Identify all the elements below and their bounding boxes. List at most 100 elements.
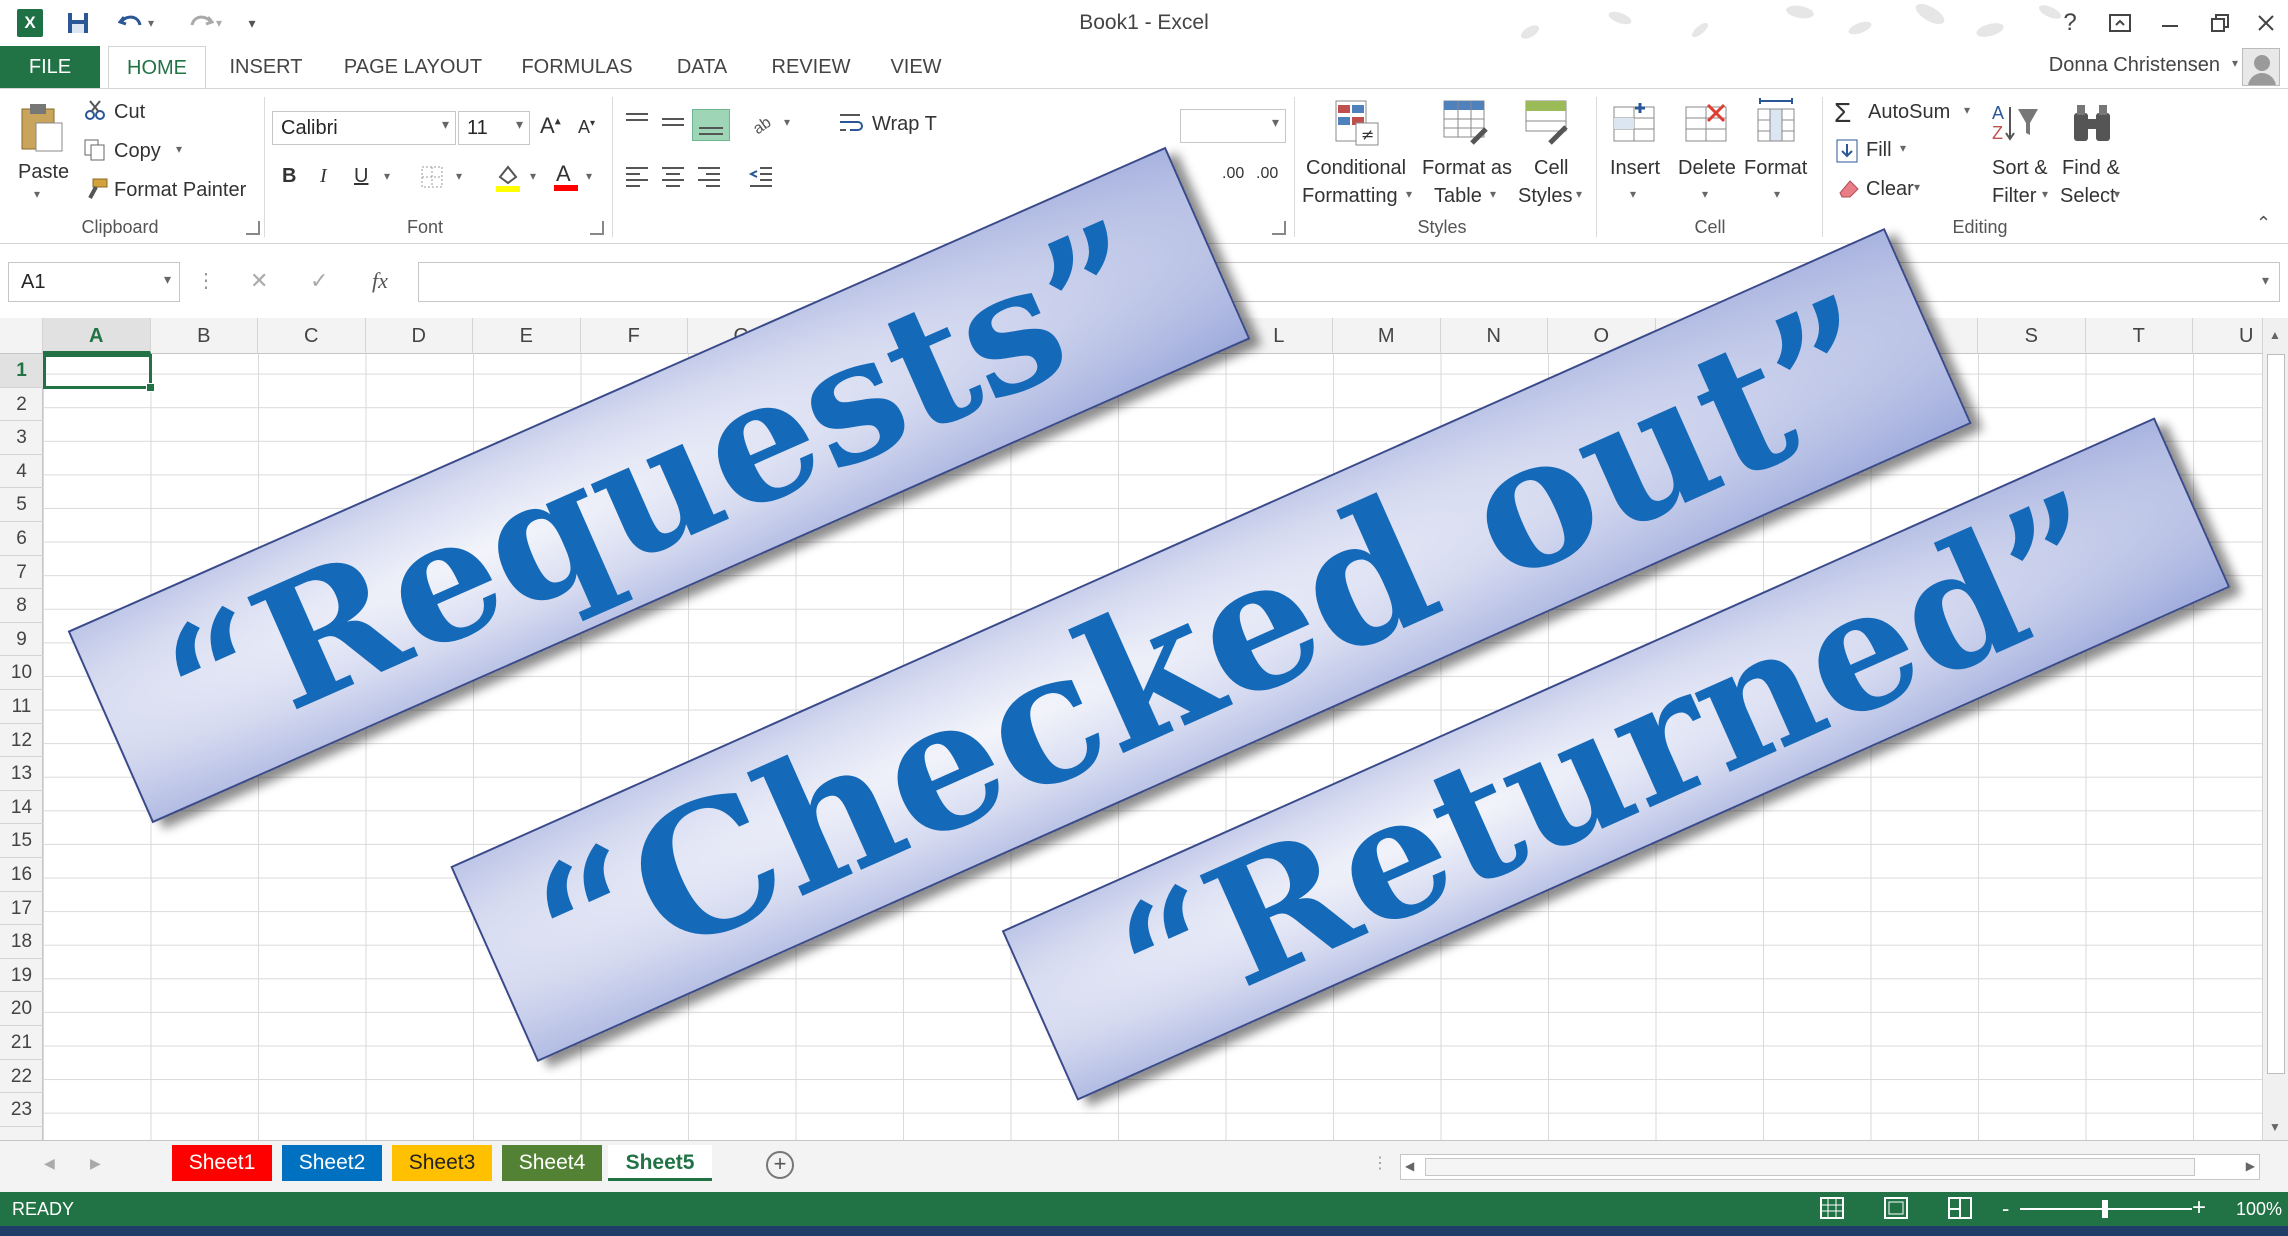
- horizontal-scroll-thumb[interactable]: [1425, 1158, 2195, 1176]
- format-painter-icon[interactable]: [84, 178, 108, 205]
- align-center-icon[interactable]: [660, 165, 686, 192]
- row-header-11[interactable]: 11: [0, 690, 43, 724]
- sheet-tab-sheet2[interactable]: Sheet2: [282, 1145, 382, 1181]
- delete-cells-button[interactable]: Delete: [1678, 157, 1736, 180]
- zoom-level[interactable]: 100%: [2236, 1199, 2282, 1220]
- insert-cells-icon[interactable]: [1610, 101, 1658, 150]
- tab-page-layout[interactable]: PAGE LAYOUT: [330, 46, 496, 88]
- scroll-up-icon[interactable]: ▲: [2269, 328, 2281, 342]
- formula-input[interactable]: [418, 262, 2280, 302]
- column-header-d[interactable]: D: [366, 318, 473, 354]
- shrink-font-button[interactable]: A▾: [578, 117, 595, 138]
- format-as-table-line1[interactable]: Format as: [1422, 157, 1512, 180]
- tab-data[interactable]: DATA: [662, 46, 742, 88]
- font-size-dropdown[interactable]: 11 ▾: [458, 111, 530, 145]
- name-box[interactable]: A1 ▾: [8, 262, 180, 302]
- number-format-dropdown[interactable]: ▾: [1180, 109, 1286, 143]
- copy-icon[interactable]: [84, 139, 106, 166]
- restore-icon[interactable]: [2200, 6, 2240, 40]
- autosum-icon[interactable]: Σ: [1834, 97, 1851, 129]
- cut-icon[interactable]: [84, 99, 106, 126]
- format-cells-button[interactable]: Format: [1744, 157, 1807, 180]
- clear-chevron-icon[interactable]: ▾: [1914, 180, 1920, 194]
- sort-filter-icon[interactable]: AZ: [1990, 99, 2040, 152]
- row-header-6[interactable]: 6: [0, 522, 43, 556]
- tab-home[interactable]: HOME: [108, 46, 206, 89]
- avatar[interactable]: [2242, 48, 2280, 86]
- row-header-1[interactable]: 1: [0, 354, 43, 388]
- zoom-out-button[interactable]: -: [2002, 1196, 2009, 1222]
- row-header-13[interactable]: 13: [0, 757, 43, 791]
- autosum-chevron-icon[interactable]: ▾: [1964, 103, 1970, 117]
- row-header-10[interactable]: 10: [0, 656, 43, 690]
- format-painter-button[interactable]: Format Painter: [114, 179, 246, 202]
- row-header-23[interactable]: 23: [0, 1093, 43, 1127]
- tab-view[interactable]: VIEW: [874, 46, 958, 88]
- underline-chevron-icon[interactable]: ▾: [384, 169, 390, 183]
- paste-chevron-icon[interactable]: ▾: [34, 187, 40, 201]
- zoom-in-button[interactable]: +: [2192, 1194, 2206, 1222]
- paste-icon[interactable]: [16, 101, 64, 158]
- font-color-icon[interactable]: A: [552, 161, 580, 198]
- sort-filter-line1[interactable]: Sort &: [1992, 157, 2048, 180]
- insert-cells-chevron-icon[interactable]: ▾: [1630, 187, 1636, 201]
- column-header-e[interactable]: E: [473, 318, 581, 354]
- row-header-20[interactable]: 20: [0, 992, 43, 1026]
- fill-color-icon[interactable]: [494, 163, 522, 198]
- scroll-left-icon[interactable]: ◀: [1405, 1159, 1414, 1173]
- minimize-icon[interactable]: [2150, 6, 2190, 40]
- zoom-slider[interactable]: [2020, 1200, 2192, 1218]
- page-layout-view-icon[interactable]: [1884, 1197, 1908, 1224]
- fill-button[interactable]: Fill: [1866, 139, 1892, 162]
- sheet-tab-sheet1[interactable]: Sheet1: [172, 1145, 272, 1181]
- tab-formulas[interactable]: FORMULAS: [512, 46, 642, 88]
- clipboard-launcher-icon[interactable]: [246, 221, 260, 235]
- help-button[interactable]: ?: [2050, 6, 2090, 40]
- sheet-tab-sheet3[interactable]: Sheet3: [392, 1145, 492, 1181]
- bold-button[interactable]: B: [282, 165, 296, 188]
- normal-view-icon[interactable]: [1820, 1197, 1844, 1224]
- font-color-chevron-icon[interactable]: ▾: [586, 169, 592, 183]
- column-header-s[interactable]: S: [1978, 318, 2086, 354]
- user-menu-chevron-icon[interactable]: ▾: [2232, 56, 2238, 70]
- column-header-c[interactable]: C: [258, 318, 366, 354]
- row-header-3[interactable]: 3: [0, 421, 43, 455]
- sheet-tab-sheet5[interactable]: Sheet5: [608, 1145, 712, 1181]
- paste-button[interactable]: Paste: [18, 161, 69, 184]
- clear-icon[interactable]: [1836, 177, 1860, 204]
- ribbon-display-options-icon[interactable]: [2100, 6, 2140, 40]
- tab-split-grip-icon[interactable]: ⋮: [1372, 1153, 1388, 1173]
- row-header-22[interactable]: 22: [0, 1060, 43, 1094]
- row-header-18[interactable]: 18: [0, 925, 43, 959]
- grow-font-button[interactable]: A▴: [540, 113, 561, 139]
- tab-insert[interactable]: INSERT: [220, 46, 312, 88]
- column-header-t[interactable]: T: [2086, 318, 2193, 354]
- align-bottom-icon[interactable]: [692, 109, 730, 141]
- align-middle-icon[interactable]: [660, 111, 686, 138]
- row-header-21[interactable]: 21: [0, 1026, 43, 1060]
- align-right-icon[interactable]: [696, 165, 722, 192]
- vertical-scroll-thumb[interactable]: [2267, 354, 2285, 1074]
- column-header-b[interactable]: B: [151, 318, 258, 354]
- row-header-9[interactable]: 9: [0, 623, 43, 657]
- orientation-chevron-icon[interactable]: ▾: [784, 115, 790, 129]
- delete-cells-icon[interactable]: [1682, 101, 1730, 150]
- row-header-16[interactable]: 16: [0, 858, 43, 892]
- cancel-icon[interactable]: ✕: [250, 268, 268, 294]
- row-header-8[interactable]: 8: [0, 589, 43, 623]
- sort-filter-line2[interactable]: Filter: [1992, 185, 2036, 208]
- column-header-f[interactable]: F: [581, 318, 688, 354]
- underline-button[interactable]: U: [354, 165, 368, 188]
- row-header-4[interactable]: 4: [0, 455, 43, 489]
- autosum-button[interactable]: AutoSum: [1868, 101, 1950, 124]
- borders-chevron-icon[interactable]: ▾: [456, 169, 462, 183]
- italic-button[interactable]: I: [320, 165, 327, 188]
- zoom-slider-thumb[interactable]: [2102, 1200, 2108, 1218]
- format-as-table-icon[interactable]: [1442, 99, 1490, 152]
- collapse-ribbon-icon[interactable]: ⌃: [2256, 213, 2271, 234]
- wrap-text-icon[interactable]: [838, 111, 864, 140]
- cell-styles-icon[interactable]: [1524, 99, 1572, 152]
- new-sheet-icon[interactable]: +: [766, 1151, 794, 1179]
- sort-filter-chevron-icon[interactable]: ▾: [2042, 187, 2048, 201]
- align-top-icon[interactable]: [624, 111, 650, 138]
